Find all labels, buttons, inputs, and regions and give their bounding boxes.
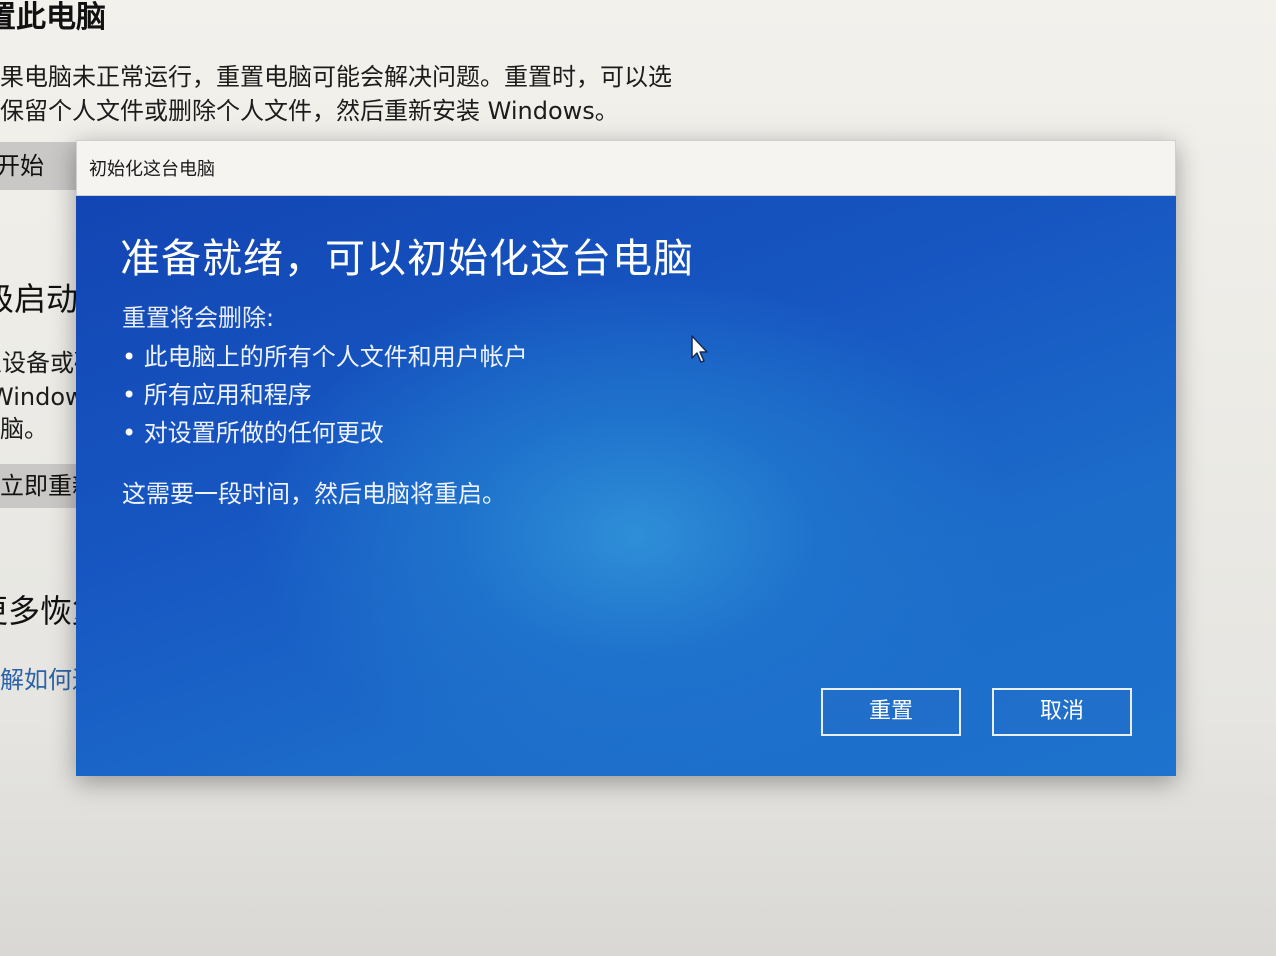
removal-intro: 重置将会删除: [122, 304, 275, 332]
dialog-title: 初始化这台电脑 [89, 159, 215, 180]
start-button[interactable]: 开始 [0, 142, 76, 190]
restart-note: 这需要一段时间，然后电脑将重启。 [122, 480, 506, 508]
list-item: 所有应用和程序 [122, 376, 528, 414]
reset-pc-dialog: 初始化这台电脑 准备就绪，可以初始化这台电脑 重置将会删除: 此电脑上的所有个人… [76, 140, 1176, 776]
mouse-pointer-icon [691, 335, 708, 363]
reset-description-line2: 择保留个人文件或删除个人文件，然后重新安装 Windows。 [0, 97, 619, 125]
dialog-titlebar: 初始化这台电脑 [76, 140, 1176, 196]
restart-now-button[interactable]: 立即重新启 [0, 464, 80, 508]
dialog-heading: 准备就绪，可以初始化这台电脑 [120, 236, 694, 282]
list-item: 对设置所做的任何更改 [122, 414, 528, 452]
dialog-body: 准备就绪，可以初始化这台电脑 重置将会删除: 此电脑上的所有个人文件和用户帐户 … [76, 196, 1176, 776]
section-title-advanced-startup: 高级启动 [0, 280, 79, 318]
removal-list: 此电脑上的所有个人文件和用户帐户 所有应用和程序 对设置所做的任何更改 [122, 338, 528, 452]
cancel-button[interactable]: 取消 [992, 688, 1132, 736]
section-title-reset-pc: 重置此电脑 [0, 0, 106, 35]
advanced-description-line3: 电脑。 [0, 415, 48, 443]
list-item: 此电脑上的所有个人文件和用户帐户 [122, 338, 528, 376]
reset-description-line1: 如果电脑未正常运行，重置电脑可能会解决问题。重置时，可以选 [0, 63, 672, 91]
reset-button[interactable]: 重置 [821, 688, 961, 736]
